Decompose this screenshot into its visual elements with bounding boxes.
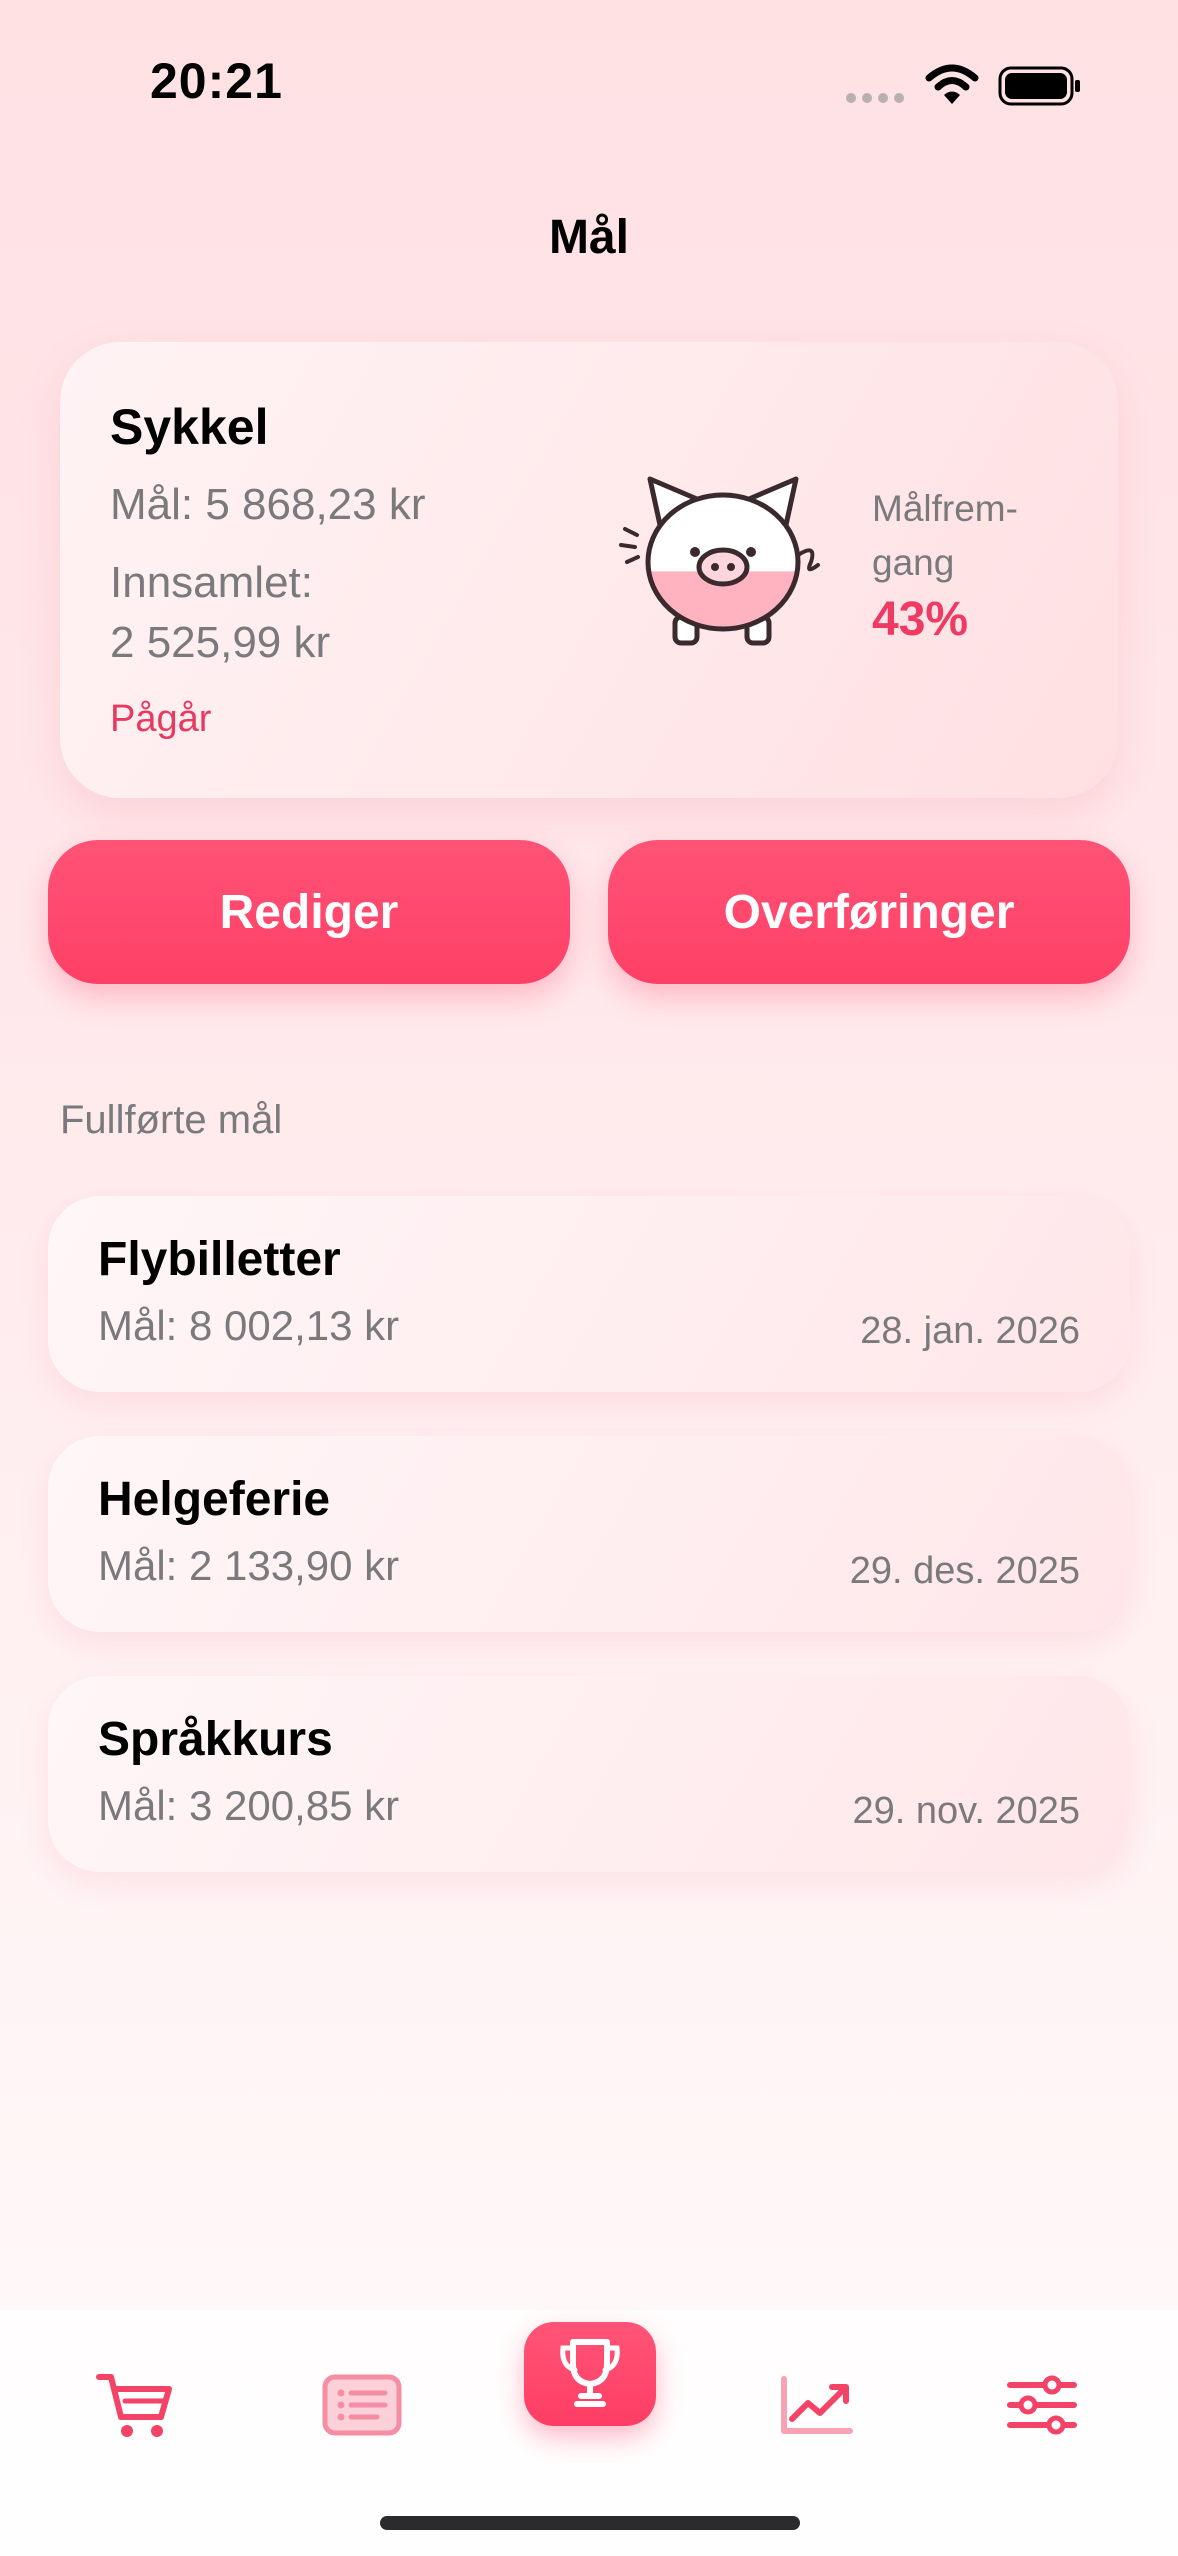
completed-goal-name: Helgeferie: [98, 1473, 331, 1526]
progress-label: Målfrem- gang: [872, 482, 1072, 590]
goal-name: Sykkel: [110, 399, 269, 455]
page-title: Mål: [548, 211, 629, 264]
completed-goal-target: Mål: 2 133,90 kr: [98, 1542, 400, 1589]
tab-stats[interactable]: [756, 2350, 876, 2460]
tab-list[interactable]: [302, 2350, 422, 2460]
transfers-button[interactable]: Overføringer: [608, 840, 1130, 984]
piggy-bank-icon: [619, 476, 820, 646]
progress-value: 43%: [872, 593, 969, 646]
goal-status: Pågår: [110, 698, 212, 740]
tab-cart[interactable]: [76, 2350, 196, 2460]
goal-collected-value: 2 525,99 kr: [110, 618, 331, 667]
completed-goal-item[interactable]: Helgeferie Mål: 2 133,90 kr 29. des. 202…: [48, 1436, 1130, 1632]
tab-goals[interactable]: [524, 2322, 656, 2426]
progress-label-line-1: Målfrem-: [872, 488, 1018, 529]
goal-target: Mål: 5 868,23 kr: [110, 480, 426, 529]
status-bar: 20:21: [0, 0, 1178, 170]
completed-goals-heading: Fullførte mål: [60, 1098, 283, 1142]
progress-label-line-2: gang: [872, 542, 955, 583]
chart-icon: [781, 2376, 853, 2434]
home-indicator[interactable]: [380, 2516, 800, 2530]
completed-goal-item[interactable]: Flybilletter Mål: 8 002,13 kr 28. jan. 2…: [48, 1196, 1130, 1392]
completed-goal-target: Mål: 3 200,85 kr: [98, 1782, 400, 1829]
trophy-icon: [560, 2339, 620, 2407]
completed-goal-date: 29. des. 2025: [849, 1550, 1080, 1592]
completed-goal-target: Mål: 8 002,13 kr: [98, 1302, 400, 1349]
tab-bar: [0, 2310, 1178, 2556]
completed-goal-date: 29. nov. 2025: [852, 1790, 1080, 1832]
signal-dots-icon: [846, 93, 904, 103]
completed-goal-date: 28. jan. 2026: [860, 1310, 1080, 1352]
list-icon: [322, 2374, 402, 2436]
cart-icon: [96, 2374, 172, 2437]
edit-button[interactable]: Rediger: [48, 840, 570, 984]
battery-icon: [998, 66, 1080, 106]
completed-goal-name: Flybilletter: [98, 1233, 341, 1286]
completed-goal-name: Språkkurs: [98, 1713, 333, 1766]
sliders-icon: [1007, 2375, 1077, 2435]
tab-settings[interactable]: [982, 2350, 1102, 2460]
status-time: 20:21: [150, 53, 283, 109]
completed-goal-item[interactable]: Språkkurs Mål: 3 200,85 kr 29. nov. 2025: [48, 1676, 1130, 1872]
wifi-icon: [925, 64, 979, 104]
current-goal-card[interactable]: Sykkel Mål: 5 868,23 kr Innsamlet: 2 525…: [60, 342, 1118, 798]
goal-collected-label: Innsamlet:: [110, 558, 313, 607]
